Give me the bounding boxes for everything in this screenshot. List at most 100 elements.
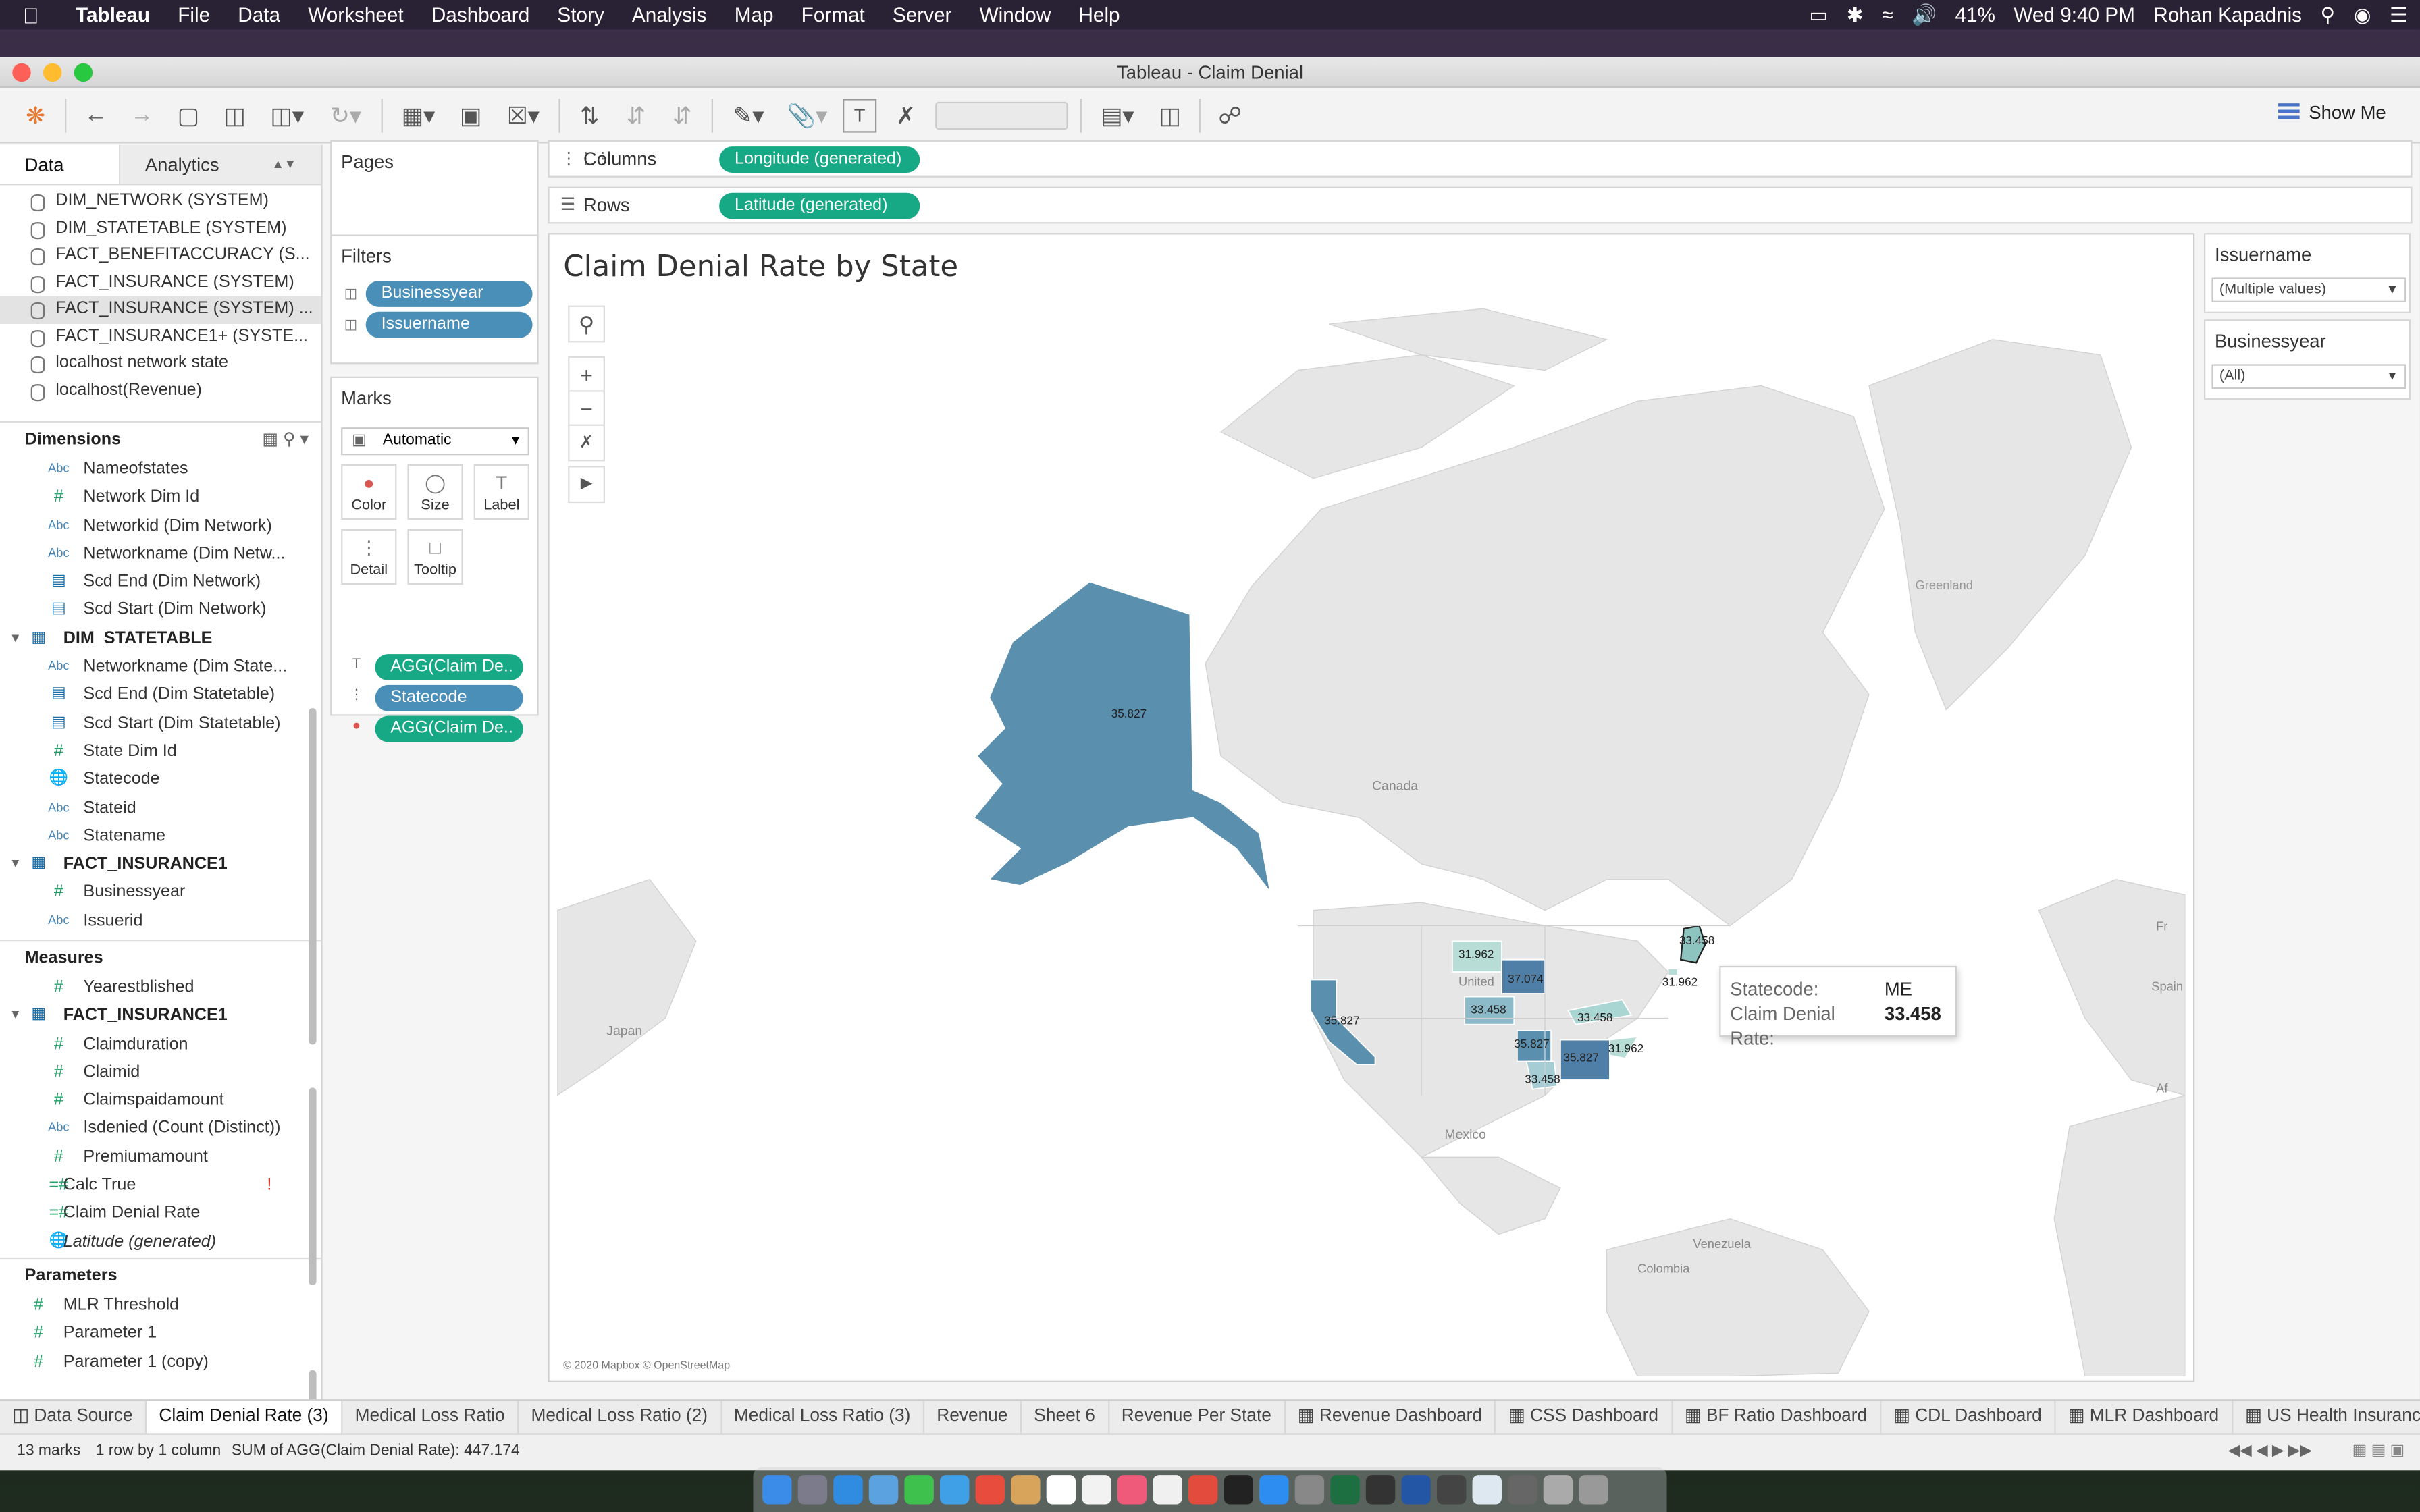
tab-data[interactable]: Data [0, 144, 121, 184]
chrome-icon[interactable] [1188, 1475, 1218, 1505]
columns-shelf[interactable]: ⋮⋮⋮ Columns Longitude (generated) [548, 140, 2413, 178]
expand-caret-icon[interactable]: ▼ [9, 850, 22, 879]
undo-icon[interactable]: ← [79, 98, 113, 132]
activity-monitor-icon[interactable] [1436, 1475, 1467, 1505]
filter-pill-businessyear[interactable]: Businessyear [365, 280, 533, 307]
field-item[interactable]: # Claimid [0, 1058, 321, 1087]
datasource-item[interactable]: localhost network state [0, 350, 321, 377]
battery-percent[interactable]: 41% [1955, 3, 1995, 26]
field-item[interactable]: Abc Networkid (Dim Network) [0, 512, 321, 540]
highlight-icon[interactable]: ✎▾ [725, 98, 772, 132]
field-item[interactable]: Abc Nameofstates [0, 455, 321, 483]
expand-caret-icon[interactable]: ▼ [9, 624, 22, 653]
save-icon[interactable]: ▢ [172, 98, 205, 132]
safari-icon[interactable] [833, 1475, 863, 1505]
fit-dropdown[interactable] [935, 101, 1068, 129]
clear-sheet-icon[interactable]: ☒▾ [500, 98, 547, 132]
duplicate-sheet-icon[interactable]: ▣ [454, 98, 488, 132]
share-icon[interactable]: ☍ [1213, 98, 1247, 132]
control-center-icon[interactable]: ☰ [2390, 2, 2408, 27]
datasource-menu-icon[interactable]: ◫▾ [264, 98, 311, 132]
volume-icon[interactable]: 🔊 [1912, 2, 1937, 27]
datasource-item[interactable]: FACT_INSURANCE (SYSTEM) [0, 269, 321, 296]
sheet-tab[interactable]: Medical Loss Ratio [342, 1401, 519, 1434]
map-view[interactable]: Greenland Canada United Japan Mexico Spain Fr V… [557, 293, 2186, 1376]
field-item[interactable]: # Claimduration [0, 1030, 321, 1058]
marks-color-button[interactable]: ● Color [341, 464, 397, 520]
datasource-item[interactable]: FACT_BENEFITACCURACY (S... [0, 242, 321, 269]
field-item[interactable]: Abc Networkid [0, 935, 321, 940]
sheet-tab[interactable]: ▦ Revenue Dashboard [1285, 1401, 1496, 1434]
clock[interactable]: Wed 9:40 PM [2014, 3, 2134, 26]
field-item[interactable]: Abc Isdenied (Count (Distinct)) [0, 1114, 321, 1143]
mail-icon[interactable] [868, 1475, 899, 1505]
show-me-button[interactable]: Show Me [2278, 102, 2386, 124]
parameter-item[interactable]: # MLR Threshold [0, 1291, 321, 1320]
parameter-item[interactable]: # Parameter 1 (copy) [0, 1348, 321, 1376]
refresh-icon[interactable]: ↻▾ [323, 98, 369, 132]
map-credits[interactable]: © 2020 Mapbox © OpenStreetMap [563, 1361, 730, 1372]
folder-icon[interactable] [1508, 1475, 1537, 1505]
sort-ascending-icon[interactable]: ⇵ [619, 98, 653, 132]
field-item[interactable]: Abc Statename [0, 822, 321, 850]
filters-card[interactable]: Filters ◫ Businessyear ◫ Issuername [330, 234, 539, 364]
table-folder[interactable]: ▼ ▦ FACT_INSURANCE1 [0, 1002, 321, 1030]
field-item[interactable]: Abc Issuerid [0, 907, 321, 935]
group-members-icon[interactable]: 📎▾ [784, 98, 831, 132]
datasource-item[interactable]: FACT_INSURANCE (SYSTEM) ... [0, 296, 321, 323]
field-item[interactable]: 🌐 Statecode [0, 765, 321, 794]
field-item[interactable]: Abc Networkname (Dim State... [0, 653, 321, 681]
apple-icon[interactable]:  [0, 2, 61, 27]
notes-icon[interactable] [1082, 1475, 1111, 1505]
columns-pill-longitude[interactable]: Longitude (generated) [719, 146, 920, 173]
field-item[interactable]: # Businessyear [0, 879, 321, 907]
view-mode-icons[interactable]: ▦ ▤ ▣ [2352, 1435, 2404, 1469]
minimize-window-button[interactable] [43, 63, 62, 82]
sheet-tab[interactable]: ▦ CDL Dashboard [1881, 1401, 2056, 1434]
sheet-navigation-icons[interactable]: ◀◀ ◀ ▶ ▶▶ [2228, 1435, 2312, 1469]
menu-format[interactable]: Format [787, 0, 878, 29]
rows-shelf[interactable]: ☰ Rows Latitude (generated) [548, 186, 2413, 224]
zoom-out-button[interactable]: − [568, 390, 605, 428]
datasource-item[interactable]: localhost(Revenue) [0, 377, 321, 404]
menu-help[interactable]: Help [1065, 0, 1134, 29]
photos-icon[interactable] [975, 1475, 1005, 1505]
measures-scrollbar[interactable] [309, 1087, 317, 1285]
tableau-prep-icon[interactable] [1401, 1475, 1431, 1505]
finder-icon[interactable] [762, 1475, 792, 1505]
field-item[interactable]: =# Calc True! [0, 1171, 321, 1199]
messages-icon[interactable] [904, 1475, 934, 1505]
sheet-tab[interactable]: Revenue [924, 1401, 1022, 1434]
menu-window[interactable]: Window [966, 0, 1065, 29]
menu-server[interactable]: Server [878, 0, 966, 29]
datasource-item[interactable]: DIM_STATETABLE (SYSTEM) [0, 215, 321, 242]
state-shape-connecticut[interactable] [1668, 968, 1679, 976]
close-window-button[interactable] [12, 63, 31, 82]
tableau-logo-icon[interactable]: ❋ [18, 98, 52, 132]
marks-tooltip-button[interactable]: □ Tooltip [407, 529, 463, 585]
field-item[interactable]: ▤ Scd Start (Dim Statetable) [0, 709, 321, 738]
system-prefs-icon[interactable] [1294, 1475, 1325, 1505]
show-cards-icon[interactable]: ▤▾ [1095, 98, 1141, 132]
field-item[interactable]: ▤ Scd End (Dim Statetable) [0, 681, 321, 709]
tv-icon[interactable] [1224, 1475, 1253, 1505]
siri-icon[interactable]: ◉ [2354, 2, 2371, 27]
downloads-icon[interactable] [1543, 1475, 1573, 1505]
terminal-icon[interactable] [1365, 1475, 1396, 1505]
marks-pill-label-agg[interactable]: AGG(Claim De.. [375, 654, 523, 680]
marks-size-button[interactable]: ◯ Size [407, 464, 463, 520]
issuername-filter-dropdown[interactable]: (Multiple values) ▼ [2211, 277, 2406, 302]
sheet-tab[interactable]: ▦ CSS Dashboard [1496, 1401, 1673, 1434]
sort-descending-icon[interactable]: ⇵ [665, 98, 699, 132]
sheet-tab[interactable]: Sheet 6 [1022, 1401, 1109, 1434]
field-item[interactable]: # Yearestblished [0, 973, 321, 1002]
field-item[interactable]: Abc Stateid [0, 794, 321, 822]
spotlight-search-icon[interactable]: ⚲ [2320, 2, 2335, 27]
bluetooth-icon[interactable]: ✱ [1847, 2, 1864, 27]
sheet-tab[interactable]: ▦ BF Ratio Dashboard [1673, 1401, 1881, 1434]
redo-icon[interactable]: → [125, 98, 159, 132]
excel-icon[interactable] [1330, 1475, 1360, 1505]
swap-rows-columns-icon[interactable]: ⇅ [573, 98, 606, 132]
expand-caret-icon[interactable]: ▼ [9, 1002, 22, 1030]
tab-data-source[interactable]: ◫ Data Source [0, 1401, 147, 1434]
